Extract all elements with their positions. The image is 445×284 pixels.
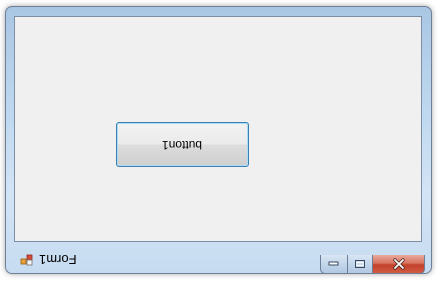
form-client-area: button1 — [14, 16, 422, 242]
maximize-icon — [355, 260, 365, 268]
caption-buttons — [320, 255, 425, 273]
minimize-button[interactable] — [320, 255, 347, 273]
minimize-icon — [328, 261, 339, 266]
button1-label: button1 — [162, 137, 203, 152]
form-icon — [20, 254, 33, 266]
close-button[interactable] — [373, 255, 425, 273]
button1[interactable]: button1 — [116, 122, 249, 167]
window-title: Form1 — [39, 252, 77, 267]
close-icon — [392, 258, 405, 270]
app-window: button1 Form1 — [5, 6, 432, 274]
maximize-button[interactable] — [347, 255, 373, 273]
